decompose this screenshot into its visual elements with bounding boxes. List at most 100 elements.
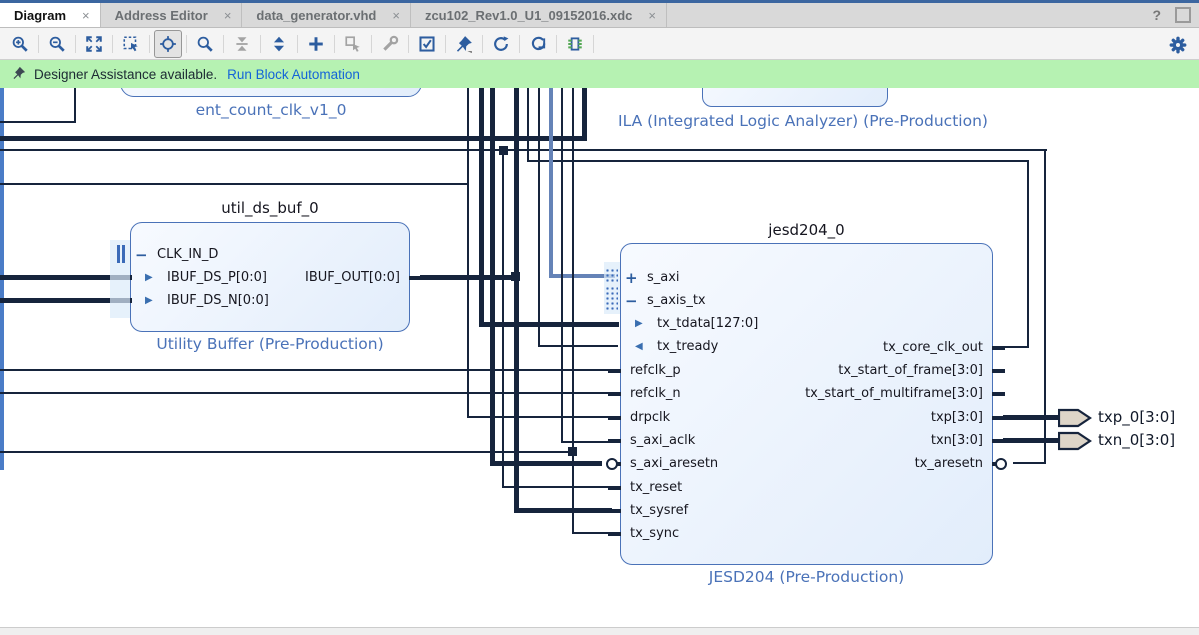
- port-tx-start-of-multiframe-3-0-[interactable]: tx_start_of_multiframe[3:0]: [612, 383, 1005, 405]
- block-ila[interactable]: [702, 88, 888, 107]
- wire-junction-dot: [568, 447, 577, 456]
- add-ip-icon[interactable]: [302, 30, 330, 58]
- wire[interactable]: [561, 441, 618, 443]
- wire[interactable]: [527, 160, 1029, 162]
- port-ibuf-ds-n-0-0-[interactable]: IBUF_DS_N[0:0] ▶: [131, 290, 409, 312]
- wire[interactable]: [514, 508, 612, 513]
- tab-diagram[interactable]: Diagram ×: [0, 3, 101, 27]
- center-view-icon[interactable]: [154, 29, 182, 58]
- pin-icon[interactable]: [450, 30, 478, 58]
- port-name: tx_tdata[127:0]: [657, 316, 759, 331]
- zoom-out-icon[interactable]: [43, 30, 71, 58]
- external-port-arrow-txn-0-3-0-[interactable]: [1057, 431, 1092, 456]
- float-window-icon[interactable]: [1175, 7, 1191, 23]
- wire[interactable]: [0, 136, 587, 141]
- refresh-icon[interactable]: [487, 30, 515, 58]
- input-pin-icon: ▶: [145, 295, 153, 306]
- expand-hierarchy-icon[interactable]: [265, 30, 293, 58]
- wire[interactable]: [502, 150, 504, 488]
- port-txp-3-0-[interactable]: txp[3:0]: [612, 407, 1005, 429]
- port-clk-in-d[interactable]: CLK_IN_D −: [131, 244, 409, 266]
- wire[interactable]: [74, 88, 76, 123]
- tab-address-editor[interactable]: Address Editor ×: [101, 3, 243, 27]
- interface-ports-icon[interactable]: [561, 30, 589, 58]
- wire[interactable]: [572, 532, 612, 534]
- wire[interactable]: [527, 88, 529, 162]
- wire[interactable]: [1027, 160, 1029, 348]
- settings-gear-icon[interactable]: [1164, 31, 1192, 59]
- wire[interactable]: [0, 183, 469, 185]
- wire[interactable]: [998, 346, 1029, 348]
- block-label-jesd204: JESD204 (Pre-Production): [708, 568, 905, 586]
- port-s-axi[interactable]: s_axi +: [621, 267, 992, 289]
- wire[interactable]: [490, 461, 602, 466]
- tab-close-icon[interactable]: ×: [224, 8, 232, 23]
- external-port-arrow-txp-0-3-0-[interactable]: [1057, 408, 1092, 433]
- port-tx-sync[interactable]: tx_sync: [608, 523, 992, 545]
- help-icon[interactable]: ?: [1152, 7, 1161, 23]
- wire[interactable]: [479, 88, 484, 326]
- document-tab-bar: Diagram × Address Editor × data_generator.vh…: [0, 3, 1199, 28]
- port-name: CLK_IN_D: [157, 247, 219, 262]
- block-design-canvas[interactable]: ent_count_clk_v1_0 ILA (Integrated Logic…: [0, 88, 1199, 627]
- wire[interactable]: [0, 369, 619, 371]
- regenerate-layout-icon[interactable]: [524, 30, 552, 58]
- wire[interactable]: [538, 345, 618, 347]
- port-tx-core-clk-out[interactable]: tx_core_clk_out: [612, 337, 1005, 359]
- tab-close-icon[interactable]: ×: [82, 8, 90, 23]
- zoom-to-selection-icon[interactable]: [117, 30, 145, 58]
- wire[interactable]: [0, 392, 619, 394]
- port-tx-start-of-frame-3-0-[interactable]: tx_start_of_frame[3:0]: [612, 360, 1005, 382]
- wire[interactable]: [0, 121, 76, 123]
- banner-message: Designer Assistance available.: [34, 66, 218, 82]
- interface-connection-marker: [605, 268, 618, 282]
- tab-close-icon[interactable]: ×: [392, 8, 400, 23]
- tab-label: Diagram: [14, 7, 67, 23]
- tab-data-generator-vhd[interactable]: data_generator.vhd ×: [242, 3, 411, 27]
- wire[interactable]: [1013, 462, 1045, 464]
- tab-close-icon[interactable]: ×: [648, 8, 656, 23]
- port-stub: [992, 392, 1005, 396]
- wire[interactable]: [420, 275, 517, 280]
- zoom-fit-icon[interactable]: [80, 30, 108, 58]
- interface-wire[interactable]: [549, 88, 553, 278]
- collapse-interface-icon[interactable]: −: [135, 244, 148, 266]
- block-ent-count-clk[interactable]: [120, 88, 422, 97]
- tab-label: Address Editor: [114, 7, 208, 23]
- vivado-window: Diagram × Address Editor × data_generator.vh…: [0, 0, 1199, 635]
- tab-zcu102-rev1-0-u1-09152016-xdc[interactable]: zcu102_Rev1.0_U1_09152016.xdc ×: [411, 3, 667, 27]
- validate-design-icon[interactable]: [413, 30, 441, 58]
- port-tx-sysref[interactable]: tx_sysref: [608, 500, 992, 522]
- wire[interactable]: [479, 322, 619, 327]
- port-tx-reset[interactable]: tx_reset: [608, 477, 992, 499]
- port-name: tx_aresetn: [914, 456, 983, 471]
- port-txn-3-0-[interactable]: txn[3:0]: [612, 430, 1005, 452]
- wire[interactable]: [538, 88, 540, 347]
- collapse-interface-icon[interactable]: −: [625, 290, 638, 312]
- interface-bar-marker: [122, 245, 125, 263]
- input-pin-icon: ▶: [635, 318, 643, 329]
- wire[interactable]: [0, 149, 1047, 151]
- wire[interactable]: [1003, 438, 1060, 443]
- wire[interactable]: [0, 451, 574, 453]
- search-icon[interactable]: [191, 30, 219, 58]
- wire[interactable]: [514, 88, 519, 512]
- run-block-automation-link[interactable]: Run Block Automation: [227, 67, 360, 82]
- port-tx-tdata-127-0-[interactable]: tx_tdata[127:0] ▶: [621, 313, 992, 335]
- block-util-ds-buf[interactable]: CLK_IN_D − IBUF_DS_P[0:0] ▶ IBUF_DS_N[0:0] ▶ I…: [130, 222, 422, 332]
- port-name: IBUF_DS_N[0:0]: [167, 293, 269, 308]
- wire[interactable]: [572, 88, 574, 534]
- pin-highlight-strip: [110, 240, 130, 318]
- wire[interactable]: [1003, 415, 1060, 420]
- port-tx-aresetn[interactable]: tx_aresetn: [612, 453, 1007, 475]
- block-jesd204[interactable]: s_axi + s_axis_tx − tx_tdata[127:0] ▶ tx_tread…: [606, 243, 1007, 565]
- zoom-in-icon[interactable]: [6, 30, 34, 58]
- wire[interactable]: [582, 88, 587, 138]
- port-s-axis-tx[interactable]: s_axis_tx −: [621, 290, 992, 312]
- expand-interface-icon[interactable]: +: [625, 267, 638, 289]
- copy-icon: [339, 30, 367, 58]
- wire[interactable]: [561, 88, 563, 443]
- block-title-jesd204: jesd204_0: [768, 221, 845, 239]
- port-ibuf-out-0-0-[interactable]: IBUF_OUT[0:0]: [122, 267, 422, 289]
- port-name: IBUF_OUT[0:0]: [305, 270, 400, 285]
